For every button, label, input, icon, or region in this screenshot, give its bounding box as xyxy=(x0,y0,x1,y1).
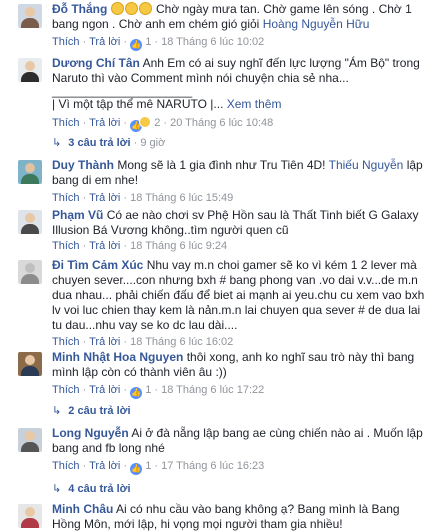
like-link[interactable]: Thích xyxy=(52,460,80,472)
comment-actions: Thích · Trả lời · 👍 1 · 17 Tháng 6 lúc 1… xyxy=(52,460,265,475)
like-count[interactable]: 1 xyxy=(145,36,151,48)
timestamp[interactable]: 18 Tháng 6 lúc 17:22 xyxy=(161,384,264,396)
reply-arrow-icon: ↳ xyxy=(52,137,62,149)
avatar[interactable] xyxy=(18,160,42,184)
emoji-icon xyxy=(110,2,153,16)
reply-link[interactable]: Trả lời xyxy=(89,460,120,472)
mentioned-user[interactable]: Hoàng Nguyễn Hữu xyxy=(263,17,370,31)
comment-actions: Thích · Trả lời · 👍 1 · 18 Tháng 6 lúc 1… xyxy=(52,384,265,399)
reply-link[interactable]: Trả lời xyxy=(89,36,120,48)
comment-author[interactable]: Minh Nhật Hoa Nguyen xyxy=(52,350,183,364)
like-link[interactable]: Thích xyxy=(52,192,80,204)
reply-link[interactable]: Trả lời xyxy=(89,384,120,396)
replies-time: 9 giờ xyxy=(140,137,166,149)
like-count[interactable]: 1 xyxy=(145,460,151,472)
timestamp[interactable]: 17 Tháng 6 lúc 16:23 xyxy=(161,460,264,472)
reply-arrow-icon: ↳ xyxy=(52,405,62,417)
timestamp[interactable]: 20 Tháng 6 lúc 10:48 xyxy=(170,117,273,129)
comment-actions: Thích · Trả lời · 18 Tháng 6 lúc 15:49 xyxy=(52,192,234,204)
view-replies-link[interactable]: ↳ 3 câu trả lời · 9 giờ xyxy=(52,136,165,149)
replies-count[interactable]: 2 câu trả lời xyxy=(68,405,130,417)
avatar[interactable] xyxy=(18,210,42,234)
like-link[interactable]: Thích xyxy=(52,117,80,129)
avatar[interactable] xyxy=(18,504,42,528)
avatar[interactable] xyxy=(18,260,42,284)
reply-link[interactable]: Trả lời xyxy=(89,240,120,252)
replies-count[interactable]: 3 câu trả lời xyxy=(68,137,130,149)
like-count[interactable]: 1 xyxy=(145,384,151,396)
timestamp[interactable]: 18 Tháng 6 lúc 16:02 xyxy=(130,336,233,348)
avatar[interactable] xyxy=(18,58,42,82)
timestamp[interactable]: 18 Tháng 6 lúc 10:02 xyxy=(161,36,264,48)
reply-arrow-icon: ↳ xyxy=(52,483,62,495)
comment-feed: Đỗ Thắng Chờ ngày mưa tan. Chờ game lên … xyxy=(0,0,441,532)
comment-author[interactable]: Duy Thành xyxy=(52,158,114,172)
like-link[interactable]: Thích xyxy=(52,384,80,396)
avatar[interactable] xyxy=(18,428,42,452)
like-icon: 👍 xyxy=(130,463,143,475)
like-link[interactable]: Thích xyxy=(52,240,80,252)
comment-author[interactable]: Dương Chí Tân xyxy=(52,56,140,70)
comment-actions: Thích · Trả lời · 18 Tháng 6 lúc 16:02 xyxy=(52,336,234,348)
like-link[interactable]: Thích xyxy=(52,36,80,48)
comment-author[interactable]: Phạm Vũ xyxy=(52,208,103,222)
like-icon: 👍 xyxy=(130,39,143,51)
comment-actions: Thích · Trả lời · 👍 1 · 18 Tháng 6 lúc 1… xyxy=(52,36,265,51)
reply-link[interactable]: Trả lời xyxy=(89,336,120,348)
comment-author[interactable]: Long Nguyễn xyxy=(52,426,129,440)
avatar[interactable] xyxy=(18,4,42,28)
comment-actions: Thích · Trả lời · 👍 2 · 20 Tháng 6 lúc 1… xyxy=(52,116,274,132)
comment-text: | Vì một tập thể mê NARUTO |... xyxy=(52,97,224,111)
separator-line: _____________________ xyxy=(52,84,193,98)
reply-link[interactable]: Trả lời xyxy=(89,117,120,129)
reply-link[interactable]: Trả lời xyxy=(89,192,120,204)
like-count[interactable]: 2 xyxy=(154,117,160,129)
view-replies-link[interactable]: ↳ 2 câu trả lời xyxy=(52,404,131,417)
timestamp[interactable]: 18 Tháng 6 lúc 9:24 xyxy=(130,240,227,252)
comment-author[interactable]: Minh Châu xyxy=(52,502,113,516)
timestamp[interactable]: 18 Tháng 6 lúc 15:49 xyxy=(130,192,233,204)
wow-reaction-icon xyxy=(139,116,152,128)
comment-author[interactable]: Đỗ Thắng xyxy=(52,2,107,16)
like-icon: 👍 xyxy=(130,387,143,399)
like-link[interactable]: Thích xyxy=(52,336,80,348)
avatar[interactable] xyxy=(18,352,42,376)
mentioned-user[interactable]: Thiếu Nguyễn xyxy=(329,158,404,172)
comment-author[interactable]: Đi Tìm Cảm Xúc xyxy=(52,258,143,272)
comment-text: Có ae nào chơi sv Phệ Hồn sau là Thất Ti… xyxy=(52,208,419,237)
comment-text: Mong sẽ là 1 gia đình như Tru Tiên 4D! xyxy=(117,158,326,172)
see-more-link[interactable]: Xem thêm xyxy=(227,97,282,111)
view-replies-link[interactable]: ↳ 4 câu trả lời xyxy=(52,482,131,495)
comment-actions: Thích · Trả lời · 18 Tháng 6 lúc 9:24 xyxy=(52,240,228,252)
replies-count[interactable]: 4 câu trả lời xyxy=(68,483,130,495)
